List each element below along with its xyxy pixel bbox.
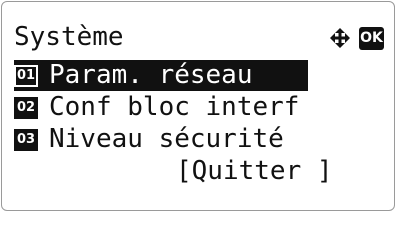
title-bar: Système OK: [14, 22, 384, 53]
up-down-left-right-arrows-icon: [330, 28, 350, 48]
menu-number-badge: 03: [14, 128, 38, 151]
menu-item-label: Param. réseau: [49, 60, 253, 90]
menu-item-param-reseau[interactable]: 01 Param. réseau: [14, 60, 308, 91]
menu-item-niveau-securite[interactable]: 03 Niveau sécurité: [14, 124, 334, 155]
menu-item-label: Conf bloc interf: [49, 92, 300, 122]
lcd-display: Système OK 01 Param. réseau 02 Conf bloc…: [1, 1, 395, 211]
menu-number-badge: 02: [14, 96, 38, 119]
title-controls: OK: [328, 26, 384, 50]
quit-button[interactable]: [Quitter ]: [176, 156, 386, 187]
menu-number-badge: 01: [14, 64, 38, 87]
menu-item-conf-bloc-interf[interactable]: 02 Conf bloc interf: [14, 92, 348, 123]
page-title: Système: [14, 22, 124, 52]
ok-icon[interactable]: OK: [359, 26, 384, 50]
menu-item-label: Niveau sécurité: [49, 124, 284, 154]
